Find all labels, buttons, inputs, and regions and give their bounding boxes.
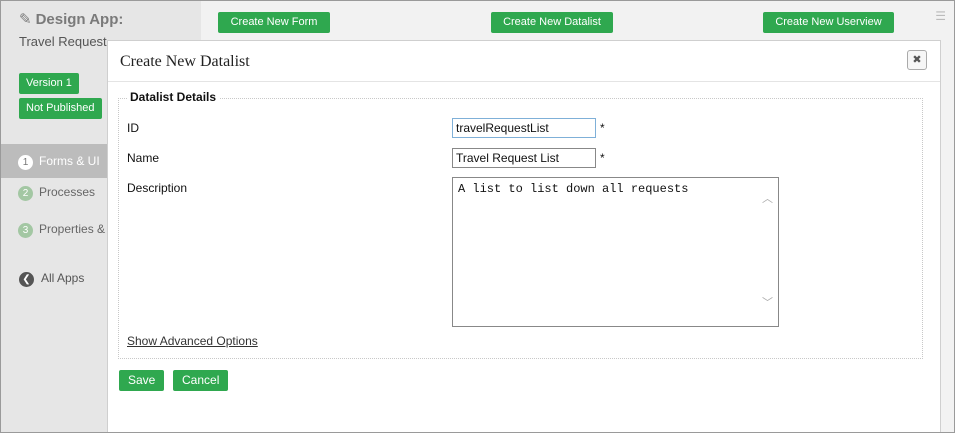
datalist-details-fieldset: Datalist Details ID * Name * Description… bbox=[118, 90, 923, 359]
cancel-button[interactable]: Cancel bbox=[173, 370, 229, 391]
step-number: 1 bbox=[18, 155, 33, 170]
name-label: Name bbox=[127, 151, 160, 165]
dialog-title: Create New Datalist bbox=[120, 53, 250, 70]
scroll-up-icon[interactable]: ︿ bbox=[762, 190, 773, 206]
close-icon[interactable]: ✖ bbox=[907, 50, 927, 70]
create-new-datalist-button[interactable]: Create New Datalist bbox=[491, 12, 613, 33]
required-marker: * bbox=[600, 121, 605, 135]
publish-status-badge[interactable]: Not Published bbox=[19, 98, 102, 119]
app-frame: ✎ Design App: Travel Request Version 1 No… bbox=[0, 0, 955, 433]
create-new-userview-button[interactable]: Create New Userview bbox=[763, 12, 894, 33]
all-apps-label: All Apps bbox=[41, 271, 85, 285]
step-number: 3 bbox=[18, 223, 33, 238]
grid-menu-icon[interactable]: ☰ bbox=[935, 9, 946, 23]
app-title-text: Design App: bbox=[35, 11, 124, 28]
edit-icon: ✎ bbox=[19, 11, 32, 28]
section-legend: Datalist Details bbox=[127, 90, 220, 104]
create-datalist-dialog: Create New Datalist ✖ Datalist Details I… bbox=[107, 40, 941, 432]
description-text: A list to list down all requests bbox=[458, 182, 689, 196]
sidebar-item-label: Processes bbox=[39, 185, 96, 199]
id-input[interactable] bbox=[452, 118, 596, 138]
title-divider bbox=[108, 81, 940, 82]
create-new-form-button[interactable]: Create New Form bbox=[218, 12, 330, 33]
app-name: Travel Request bbox=[19, 34, 107, 49]
sidebar-item-label: Forms & UI bbox=[39, 154, 100, 168]
name-input[interactable] bbox=[452, 148, 596, 168]
step-number: 2 bbox=[18, 186, 33, 201]
required-marker: * bbox=[600, 151, 605, 165]
back-arrow-icon: ❮ bbox=[19, 272, 34, 287]
version-badge[interactable]: Version 1 bbox=[19, 73, 79, 94]
all-apps-link[interactable]: ❮ All Apps bbox=[19, 271, 84, 287]
id-label: ID bbox=[127, 121, 139, 135]
app-title: ✎ Design App: bbox=[19, 10, 123, 28]
description-textarea[interactable]: A list to list down all requests ︿ ﹀ bbox=[452, 177, 779, 327]
save-button[interactable]: Save bbox=[119, 370, 165, 391]
scroll-down-icon[interactable]: ﹀ bbox=[762, 294, 773, 310]
show-advanced-options-link[interactable]: Show Advanced Options bbox=[127, 334, 258, 348]
description-label: Description bbox=[127, 181, 188, 195]
